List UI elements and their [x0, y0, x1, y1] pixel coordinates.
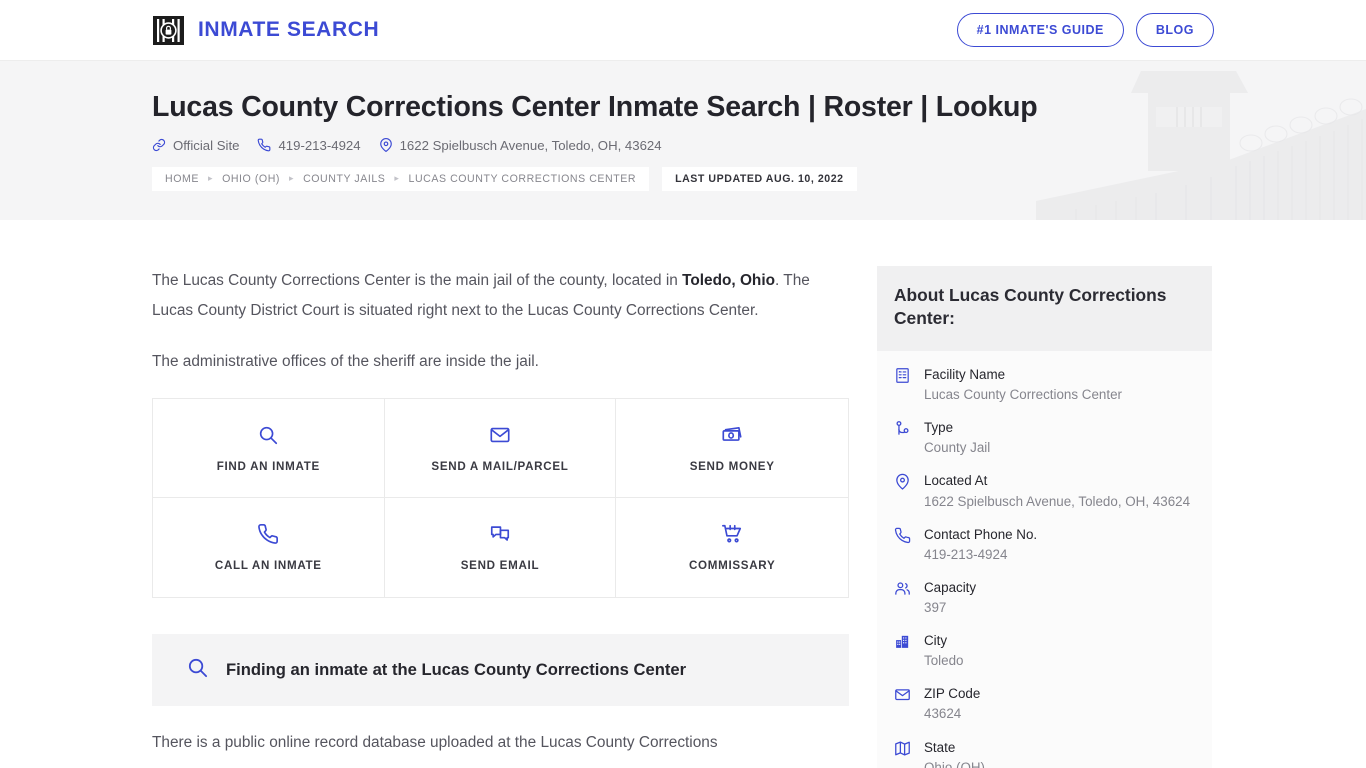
fact-key: City	[924, 633, 948, 649]
chevron-right-icon: ▸	[288, 173, 295, 184]
intro-paragraph: The Lucas County Corrections Center is t…	[152, 266, 849, 326]
last-updated-badge: LAST UPDATED AUG. 10, 2022	[662, 166, 857, 191]
location-pin-icon	[894, 471, 912, 490]
section-heading-text: Finding an inmate at the Lucas County Co…	[226, 660, 687, 679]
fact-value: 397	[924, 599, 947, 615]
fact-state: State Ohio (OH)	[894, 738, 1195, 768]
fact-value: 419-213-4924	[924, 546, 1008, 562]
main-content: The Lucas County Corrections Center is t…	[152, 220, 849, 758]
fact-facility-name: Facility Name Lucas County Corrections C…	[894, 365, 1195, 405]
node-branch-icon	[894, 418, 912, 437]
action-call-an-inmate[interactable]: CALL AN INMATE	[153, 498, 385, 597]
location-pin-icon	[379, 138, 393, 153]
intro-text-pre: The Lucas County Corrections Center is t…	[152, 272, 683, 289]
fact-capacity: Capacity 397	[894, 578, 1195, 618]
fact-key: Contact Phone No.	[924, 526, 1038, 542]
envelope-icon	[489, 424, 511, 446]
hero-phone[interactable]: 419-213-4924	[257, 137, 361, 153]
fact-value: Toledo	[924, 653, 964, 669]
action-label: SEND EMAIL	[460, 559, 540, 572]
hero-meta-row: Official Site 419-213-4924 1622 Spielbus…	[152, 138, 1214, 153]
fact-key: Located At	[924, 473, 988, 489]
finding-inmate-section-heading: Finding an inmate at the Lucas County Co…	[152, 634, 849, 706]
action-find-an-inmate[interactable]: FIND AN INMATE	[153, 399, 385, 498]
envelope-icon	[894, 684, 912, 703]
fact-value: Ohio (OH)	[924, 759, 986, 768]
fact-contact-phone: Contact Phone No. 419-213-4924	[894, 525, 1195, 565]
fact-value: County Jail	[924, 440, 991, 456]
fact-key: Facility Name	[924, 366, 1006, 382]
fact-value: 1622 Spielbusch Avenue, Toledo, OH, 4362…	[924, 493, 1191, 509]
link-icon	[152, 138, 166, 152]
action-send-email[interactable]: SEND EMAIL	[384, 498, 617, 597]
chevron-right-icon: ▸	[207, 173, 214, 184]
about-facility-panel: About Lucas County Corrections Center: F…	[877, 266, 1212, 768]
official-site-link[interactable]: Official Site	[152, 138, 239, 153]
intro-text-bold: Toledo, Ohio	[682, 272, 776, 289]
about-panel-title: About Lucas County Corrections Center:	[894, 285, 1167, 329]
breadcrumb-item-home[interactable]: HOME	[165, 173, 199, 185]
fact-value: Lucas County Corrections Center	[924, 387, 1122, 403]
phone-icon	[894, 525, 912, 544]
blog-button[interactable]: BLOG	[1135, 13, 1214, 47]
fact-key: State	[924, 739, 956, 755]
action-label: FIND AN INMATE	[216, 459, 320, 473]
phone-icon	[257, 138, 271, 152]
action-label: SEND A MAIL/PARCEL	[431, 459, 569, 473]
breadcrumb-row: HOME ▸ OHIO (OH) ▸ COUNTY JAILS ▸ LUCAS …	[152, 166, 1214, 191]
fact-located-at: Located At 1622 Spielbusch Avenue, Toled…	[894, 471, 1195, 511]
action-label: CALL AN INMATE	[214, 559, 322, 572]
fact-key: Capacity	[924, 579, 977, 595]
fact-key: ZIP Code	[924, 686, 981, 702]
top-navigation-bar: INMATE SEARCH #1 INMATE'S GUIDE BLOG	[0, 0, 1366, 61]
breadcrumb-item-county-jails[interactable]: COUNTY JAILS	[303, 173, 385, 185]
chevron-right-icon: ▸	[394, 173, 400, 184]
second-paragraph: The administrative offices of the sherif…	[152, 353, 539, 370]
hero-section: Lucas County Corrections Center Inmate S…	[0, 61, 1366, 220]
action-send-money[interactable]: SEND MONEY	[616, 399, 848, 498]
inmates-guide-button[interactable]: #1 INMATE'S GUIDE	[956, 13, 1124, 47]
breadcrumb-item-current[interactable]: LUCAS COUNTY CORRECTIONS CENTER	[409, 173, 637, 185]
hero-address[interactable]: 1622 Spielbusch Avenue, Toledo, OH, 4362…	[379, 138, 662, 153]
jail-padlock-icon	[152, 14, 185, 47]
breadcrumb: HOME ▸ OHIO (OH) ▸ COUNTY JAILS ▸ LUCAS …	[152, 166, 650, 191]
action-label: COMMISSARY	[688, 559, 776, 572]
brand-logo-link[interactable]: INMATE SEARCH	[152, 14, 379, 47]
about-panel-header: About Lucas County Corrections Center:	[877, 266, 1212, 351]
action-grid: FIND AN INMATE SEND A MAIL/PARCEL SEND M…	[152, 398, 849, 598]
brand-name: INMATE SEARCH	[198, 18, 380, 41]
page-title: Lucas County Corrections Center Inmate S…	[152, 91, 1038, 124]
breadcrumb-item-ohio[interactable]: OHIO (OH)	[222, 173, 280, 185]
action-send-a-mail-parcel[interactable]: SEND A MAIL/PARCEL	[384, 399, 617, 498]
fact-city: City Toledo	[894, 631, 1195, 671]
map-icon	[894, 738, 912, 757]
fact-value: 43624	[924, 706, 962, 722]
hero-phone-label: 419-213-4924	[278, 137, 361, 153]
building-icon	[894, 365, 912, 384]
official-site-label: Official Site	[173, 137, 240, 153]
fact-key: Type	[924, 420, 954, 436]
about-panel-facts: Facility Name Lucas County Corrections C…	[877, 351, 1212, 768]
search-icon	[186, 656, 209, 684]
city-icon	[894, 631, 912, 650]
phone-icon	[257, 523, 279, 545]
hero-address-label: 1622 Spielbusch Avenue, Toledo, OH, 4362…	[399, 137, 662, 153]
section-body-text: There is a public online record database…	[152, 734, 718, 751]
action-label: SEND MONEY	[689, 459, 775, 473]
action-commissary[interactable]: COMMISSARY	[616, 498, 848, 597]
page-body: The Lucas County Corrections Center is t…	[0, 220, 1366, 768]
money-bill-icon	[721, 424, 743, 446]
fact-zip-code: ZIP Code 43624	[894, 684, 1195, 724]
users-icon	[894, 578, 912, 597]
search-icon	[257, 424, 279, 446]
shopping-cart-icon	[721, 523, 743, 545]
fact-type: Type County Jail	[894, 418, 1195, 458]
nav-actions: #1 INMATE'S GUIDE BLOG	[956, 13, 1214, 47]
chat-bubbles-icon	[489, 523, 511, 545]
